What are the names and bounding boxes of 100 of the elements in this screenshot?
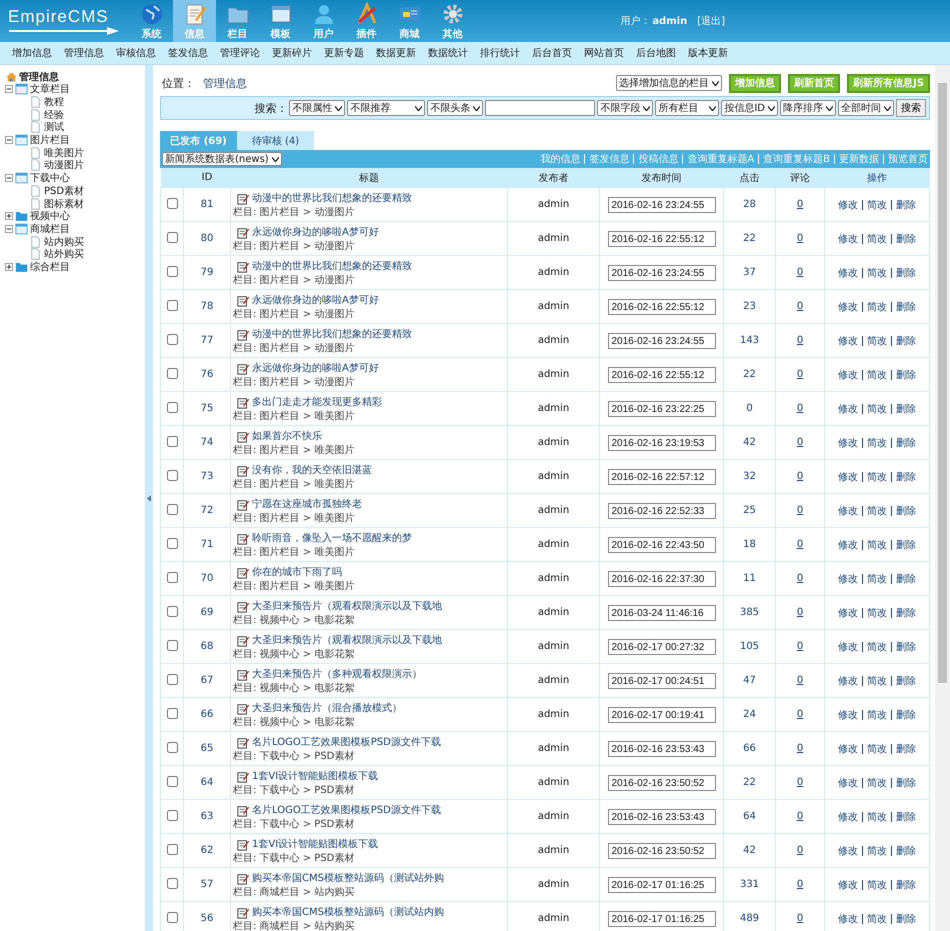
action-link[interactable]: 删除 (896, 472, 916, 482)
title-link[interactable]: 大圣归来预告片（多种观看权限演示） (252, 666, 422, 680)
action-link[interactable]: 简改 (867, 710, 887, 720)
menu-item[interactable]: 后台首页 (532, 46, 572, 60)
time-field[interactable]: 2016-02-16 23:50:52 (608, 774, 716, 790)
action-link[interactable]: 简改 (867, 846, 887, 856)
comments-link[interactable]: 0 (796, 607, 804, 618)
collapse-icon[interactable] (5, 174, 13, 182)
time-field[interactable]: 2016-02-16 23:24:55 (608, 332, 716, 348)
edit-icon[interactable] (237, 634, 249, 646)
breadcrumb-link[interactable]: 管理信息 (203, 76, 247, 90)
action-link[interactable]: 修改 (838, 778, 858, 788)
action-link[interactable]: 简改 (867, 336, 887, 346)
comments-link[interactable]: 0 (796, 573, 804, 584)
title-link[interactable]: 购买本帝国CMS模板整站源码（测试站外购 (252, 870, 444, 884)
edit-icon[interactable] (237, 804, 249, 816)
comments-link[interactable]: 0 (796, 743, 804, 754)
title-link[interactable]: 名片LOGO工艺效果图模板PSD源文件下载 (252, 734, 441, 748)
action-link[interactable]: 简改 (867, 574, 887, 584)
edit-icon[interactable] (237, 872, 249, 884)
action-link[interactable]: 修改 (838, 438, 858, 448)
edit-icon[interactable] (237, 192, 249, 204)
comments-link[interactable]: 0 (796, 709, 804, 720)
tree-item[interactable]: 文章栏目 (30, 82, 70, 96)
menu-item[interactable]: 数据更新 (376, 46, 416, 60)
expand-icon[interactable] (5, 212, 13, 220)
comments-link[interactable]: 0 (796, 505, 804, 516)
action-link[interactable]: 删除 (896, 846, 916, 856)
action-link[interactable]: 修改 (838, 268, 858, 278)
action-link[interactable]: 修改 (838, 200, 858, 210)
row-checkbox[interactable] (166, 606, 178, 616)
expand-icon[interactable] (5, 262, 13, 271)
action-link[interactable]: 修改 (838, 676, 858, 686)
action-link[interactable]: 简改 (867, 880, 887, 890)
row-checkbox[interactable] (166, 640, 178, 650)
comments-link[interactable]: 0 (796, 199, 804, 210)
comments-link[interactable]: 0 (796, 913, 804, 924)
time-field[interactable]: 2016-02-17 00:24:51 (608, 672, 716, 688)
action-link[interactable]: 简改 (867, 608, 887, 618)
comments-link[interactable]: 0 (796, 471, 804, 482)
action-link[interactable]: 简改 (867, 302, 887, 312)
time-field[interactable]: 2016-02-16 23:53:43 (608, 808, 716, 824)
action-link[interactable]: 修改 (838, 540, 858, 550)
table-dropdown[interactable]: 新闻系统数据表(news) (162, 152, 282, 166)
action-link[interactable]: 修改 (838, 812, 858, 822)
search-button[interactable]: 搜索 (896, 99, 926, 117)
time-field[interactable]: 2016-02-17 01:16:25 (608, 876, 716, 892)
edit-icon[interactable] (237, 226, 249, 238)
title-link[interactable]: 永远做你身边的哆啦A梦可好 (252, 360, 379, 374)
time-field[interactable]: 2016-02-16 23:24:55 (608, 264, 716, 280)
filter-dropdown[interactable]: 所有栏目 (655, 100, 720, 116)
row-checkbox[interactable] (166, 368, 178, 378)
edit-icon[interactable] (237, 566, 249, 578)
title-link[interactable]: 聆听雨音，像坠入一场不愿醒来的梦 (252, 530, 412, 544)
filter-dropdown[interactable]: 不限字段 (597, 100, 654, 116)
time-field[interactable]: 2016-02-17 01:16:25 (608, 910, 716, 926)
menu-item[interactable]: 网站首页 (584, 46, 624, 60)
comments-link[interactable]: 0 (796, 301, 804, 312)
edit-icon[interactable] (237, 498, 249, 510)
scrollbar[interactable] (935, 65, 950, 931)
time-field[interactable]: 2016-02-17 00:27:32 (608, 638, 716, 654)
title-link[interactable]: 动漫中的世界比我们想象的还要精致 (252, 190, 412, 204)
action-link[interactable]: 简改 (867, 540, 887, 550)
tree-item[interactable]: 图片栏目 (30, 133, 70, 148)
tree-item[interactable]: 下载中心 (30, 171, 70, 186)
action-link[interactable]: 删除 (896, 676, 916, 686)
edit-icon[interactable] (237, 736, 249, 748)
time-field[interactable]: 2016-02-16 23:24:55 (608, 196, 716, 212)
comments-link[interactable]: 0 (796, 539, 804, 550)
comments-link[interactable]: 0 (796, 641, 804, 652)
tab[interactable]: 待审核 (4) (237, 131, 314, 150)
row-checkbox[interactable] (166, 742, 178, 752)
action-link[interactable]: 简改 (867, 812, 887, 822)
time-field[interactable]: 2016-02-16 22:52:33 (608, 502, 716, 518)
action-link[interactable]: 修改 (838, 234, 858, 244)
edit-icon[interactable] (237, 464, 249, 476)
tree-item[interactable]: 动漫图片 (44, 158, 84, 172)
row-checkbox[interactable] (166, 504, 178, 514)
edit-icon[interactable] (237, 328, 249, 340)
filter-dropdown[interactable]: 不限属性 (289, 100, 346, 116)
menu-item[interactable]: 后台地图 (636, 46, 676, 60)
action-link[interactable]: 删除 (896, 336, 916, 346)
menu-item[interactable]: 审核信息 (116, 46, 156, 60)
comments-link[interactable]: 0 (796, 403, 804, 414)
action-link[interactable]: 删除 (896, 880, 916, 890)
row-checkbox[interactable] (166, 436, 178, 446)
action-link[interactable]: 简改 (867, 472, 887, 482)
menu-item[interactable]: 管理信息 (64, 46, 104, 60)
action-link[interactable]: 删除 (896, 404, 916, 414)
tree-item[interactable]: 教程 (44, 95, 64, 110)
title-link[interactable]: 永远做你身边的哆啦A梦可好 (252, 224, 379, 238)
title-link[interactable]: 1套VI设计智能贴图模板下载 (252, 836, 378, 850)
tree-item[interactable]: 图标素材 (44, 196, 84, 211)
edit-icon[interactable] (237, 702, 249, 714)
keyword-field[interactable] (485, 100, 596, 116)
tree-item[interactable]: 综合栏目 (30, 260, 70, 274)
filter-dropdown[interactable]: 不限推荐 (347, 100, 426, 116)
time-field[interactable]: 2016-02-17 00:19:41 (608, 706, 716, 722)
tree-item[interactable]: 站外购买 (44, 247, 84, 262)
tree-item[interactable]: 商城栏目 (30, 222, 70, 236)
